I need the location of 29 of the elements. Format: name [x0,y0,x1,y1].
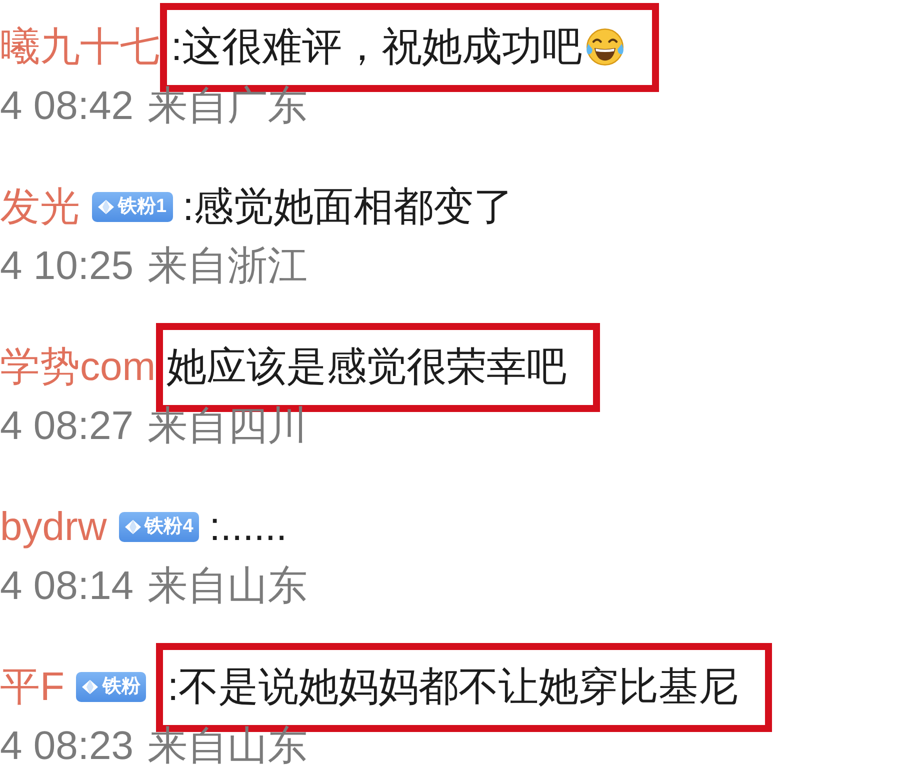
comment-time: 4 08:14 [0,566,134,606]
badge-label: 铁粉4 [144,515,194,539]
username[interactable]: 发光 [0,183,80,231]
diamond-icon [124,519,142,535]
comment-text: :这很难评，祝她成功吧 [171,24,582,71]
comment-location: 来自广东 [147,86,308,126]
username[interactable]: bydrw [0,503,107,551]
badge-label: 铁粉 [102,675,140,699]
comment-location: 来自浙江 [147,246,308,286]
username[interactable]: 平F [0,663,64,711]
username[interactable]: 曦九十七 [0,23,160,71]
comment-text: 她应该是感觉很荣幸吧 [166,344,567,391]
comment-text: :...... [209,504,288,551]
comment-text: :感觉她面相都变了 [182,184,514,231]
diamond-icon [81,679,100,695]
comment-time: 4 10:25 [0,246,134,286]
username[interactable]: 学势com [0,343,156,391]
fan-badge[interactable]: 铁粉 [76,672,146,702]
badge-label: 铁粉1 [118,195,167,219]
diamond-icon [97,199,115,215]
comment-location: 来自四川 [147,406,308,446]
comment-time: 4 08:42 [0,86,134,126]
comment-text: :不是说她妈妈都不让她穿比基尼 [167,664,739,711]
comment-time: 4 08:27 [0,406,134,446]
fan-badge[interactable]: 铁粉1 [92,192,173,222]
comment-location: 来自山东 [147,566,308,606]
comment-time: 4 08:23 [0,726,134,766]
comment-location: 来自山东 [147,726,308,766]
fan-badge[interactable]: 铁粉4 [118,512,200,542]
